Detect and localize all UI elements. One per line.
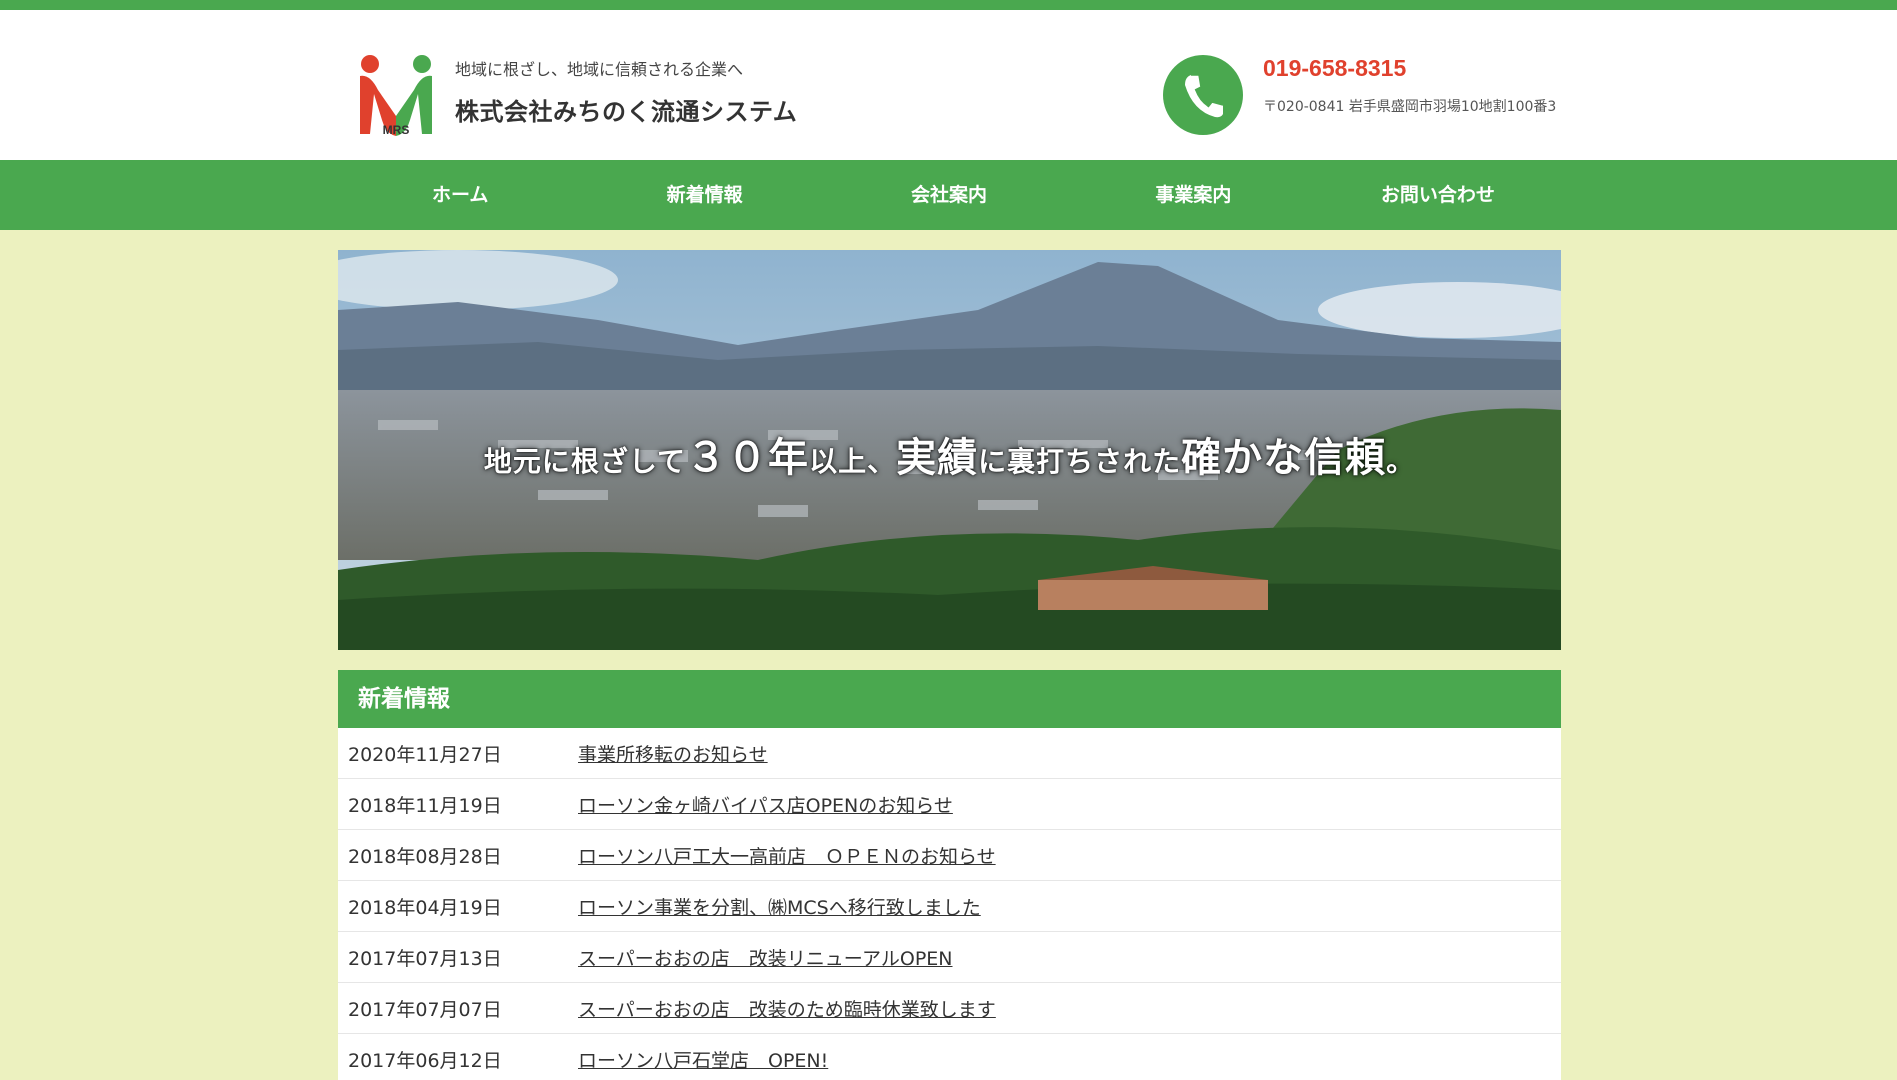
hero-caption: 地元に根ざして３０年以上、実績に裏打ちされた確かな信頼。 <box>483 435 1416 481</box>
news-date: 2020年11月27日 <box>348 743 502 766</box>
hero-banner: 地元に根ざして３０年以上、実績に裏打ちされた確かな信頼。 <box>338 250 1561 650</box>
news-heading: 新着情報 <box>338 670 1561 728</box>
site-header: MRS 地域に根ざし、地域に信頼される企業へ 株式会社みちのく流通システム 01… <box>0 10 1897 160</box>
news-date: 2017年06月12日 <box>348 1049 502 1072</box>
news-date: 2018年08月28日 <box>348 845 502 868</box>
news-item: 2018年08月28日 ローソン八戸工大一高前店 ＯＰＥＮのお知らせ <box>338 830 1561 881</box>
mrs-logo-icon[interactable]: MRS <box>356 54 436 138</box>
news-item: 2017年07月13日 スーパーおおの店 改装リニューアルOPEN <box>338 932 1561 983</box>
logo-text: MRS <box>383 123 410 137</box>
news-link[interactable]: ローソン事業を分割、㈱MCSへ移行致しました <box>578 893 981 920</box>
nav-business[interactable]: 事業案内 <box>1071 160 1315 230</box>
main-nav: ホーム 新着情報 会社案内 事業案内 お問い合わせ <box>0 160 1897 230</box>
news-link[interactable]: ローソン八戸石堂店 OPEN! <box>578 1046 828 1073</box>
tagline: 地域に根ざし、地域に信頼される企業へ <box>455 60 744 79</box>
news-date: 2017年07月07日 <box>348 998 502 1021</box>
news-date: 2018年11月19日 <box>348 794 502 817</box>
news-item: 2018年11月19日 ローソン金ヶ崎バイパス店OPENのお知らせ <box>338 779 1561 830</box>
news-link[interactable]: 事業所移転のお知らせ <box>578 740 768 767</box>
nav-home[interactable]: ホーム <box>338 160 582 230</box>
news-date: 2017年07月13日 <box>348 947 502 970</box>
news-item: 2018年04月19日 ローソン事業を分割、㈱MCSへ移行致しました <box>338 881 1561 932</box>
nav-news[interactable]: 新着情報 <box>582 160 826 230</box>
news-section: 新着情報 2020年11月27日 事業所移転のお知らせ 2018年11月19日 … <box>338 670 1561 1080</box>
news-link[interactable]: スーパーおおの店 改装のため臨時休業致します <box>578 995 996 1022</box>
address: 〒020-0841 岩手県盛岡市羽場10地割100番3 <box>1263 99 1557 115</box>
nav-contact[interactable]: お問い合わせ <box>1316 160 1560 230</box>
news-item: 2017年06月12日 ローソン八戸石堂店 OPEN! <box>338 1034 1561 1080</box>
phone-number[interactable]: 019-658-8315 <box>1263 55 1406 82</box>
news-link[interactable]: スーパーおおの店 改装リニューアルOPEN <box>578 944 953 971</box>
news-list: 2020年11月27日 事業所移転のお知らせ 2018年11月19日 ローソン金… <box>338 728 1561 1080</box>
top-accent-bar <box>0 0 1897 10</box>
news-link[interactable]: ローソン八戸工大一高前店 ＯＰＥＮのお知らせ <box>578 842 996 869</box>
news-date: 2018年04月19日 <box>348 896 502 919</box>
company-name[interactable]: 株式会社みちのく流通システム <box>455 92 797 127</box>
news-link[interactable]: ローソン金ヶ崎バイパス店OPENのお知らせ <box>578 791 953 818</box>
phone-icon <box>1163 55 1243 135</box>
news-item: 2020年11月27日 事業所移転のお知らせ <box>338 728 1561 779</box>
news-item: 2017年07月07日 スーパーおおの店 改装のため臨時休業致します <box>338 983 1561 1034</box>
nav-company[interactable]: 会社案内 <box>827 160 1071 230</box>
